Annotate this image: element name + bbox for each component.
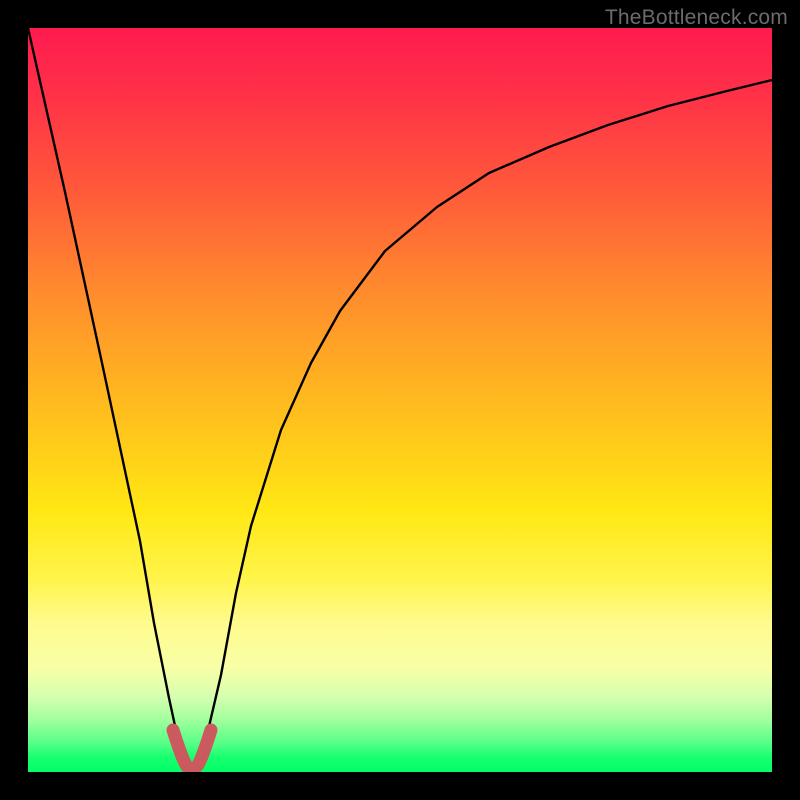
plot-area [28, 28, 772, 772]
chart-frame: TheBottleneck.com [0, 0, 800, 800]
highlight-valley [173, 730, 211, 769]
bottleneck-curve [28, 28, 772, 770]
curve-layer [28, 28, 772, 772]
watermark-text: TheBottleneck.com [605, 6, 788, 30]
